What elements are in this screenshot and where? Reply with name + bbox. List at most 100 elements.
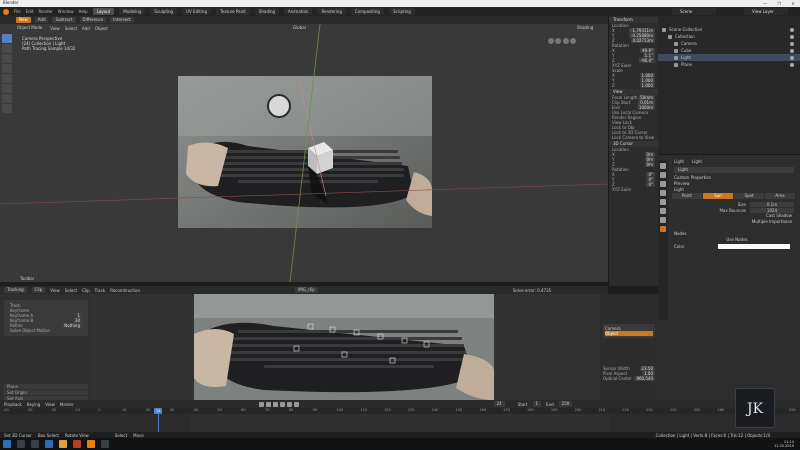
clock[interactable]: 11:14 11.05.2019 xyxy=(774,440,794,448)
breadcrumb-data[interactable]: Light xyxy=(692,159,702,164)
light-type-area[interactable]: Area xyxy=(765,193,795,199)
task-view-icon[interactable] xyxy=(31,440,39,448)
tab-animation[interactable]: Animation xyxy=(284,8,313,15)
property-field[interactable]: 1.000 xyxy=(639,83,655,88)
tab-scripting[interactable]: Scripting xyxy=(388,8,415,15)
play-reverse-icon[interactable] xyxy=(272,401,278,407)
property-field[interactable]: 0.02713m xyxy=(630,38,655,43)
tab-layout[interactable]: Layout xyxy=(92,8,115,15)
color-swatch[interactable] xyxy=(718,243,791,249)
view-layer-selector[interactable]: View Layer xyxy=(744,8,788,15)
keying-menu[interactable]: Keying xyxy=(27,402,40,407)
tab-shading[interactable]: Shading xyxy=(254,8,280,15)
output-tab-icon[interactable] xyxy=(660,172,666,178)
light-type-point[interactable]: Point xyxy=(672,193,702,199)
tab-rendering[interactable]: Rendering xyxy=(317,8,346,15)
toolbar-panel-header[interactable]: Toolbar xyxy=(20,276,34,281)
light-type-sun[interactable]: Sun xyxy=(703,193,733,199)
view-layer-tab-icon[interactable] xyxy=(660,181,666,187)
end-frame-field[interactable]: 250 xyxy=(558,401,573,407)
tab-compositing[interactable]: Compositing xyxy=(350,8,384,15)
menu-track[interactable]: Track xyxy=(95,288,105,293)
close-button[interactable]: ✕ xyxy=(786,0,800,7)
menu-reconstruction[interactable]: Reconstruction xyxy=(110,288,140,293)
jump-end-icon[interactable] xyxy=(293,401,299,407)
menu-edit[interactable]: Edit xyxy=(26,9,34,14)
orientation-button[interactable]: Set Origin xyxy=(4,390,88,395)
search-icon[interactable] xyxy=(17,440,25,448)
tab-uv-editing[interactable]: UV Editing xyxy=(182,8,211,15)
edge-icon[interactable] xyxy=(45,440,53,448)
new-button[interactable]: New xyxy=(16,17,31,23)
clip-selector[interactable]: IMG_clip xyxy=(295,287,318,293)
add-button[interactable]: Add xyxy=(34,17,49,23)
visibility-eye-icon[interactable] xyxy=(790,48,794,53)
menu-help[interactable]: Help xyxy=(78,9,87,14)
solve-field[interactable]: Nothing xyxy=(62,323,82,328)
tab-sculpting[interactable]: Sculpting xyxy=(150,8,178,15)
tab-modeling[interactable]: Modeling xyxy=(119,8,146,15)
explorer-icon[interactable] xyxy=(59,440,67,448)
visibility-eye-icon[interactable] xyxy=(790,34,794,39)
app-icon[interactable] xyxy=(73,440,81,448)
outliner-item[interactable]: Camera xyxy=(658,40,800,47)
menu-select[interactable]: Select xyxy=(65,288,77,293)
menu-file[interactable]: File xyxy=(14,9,21,14)
light-datablock[interactable]: Light xyxy=(674,167,794,173)
breadcrumb-object[interactable]: Light xyxy=(674,159,684,164)
scene-tab-icon[interactable] xyxy=(660,190,666,196)
menu-window[interactable]: Window xyxy=(58,9,74,14)
render-tab-icon[interactable] xyxy=(660,163,666,169)
marker-menu[interactable]: Marker xyxy=(60,402,74,407)
property-field[interactable]: -96.4° xyxy=(638,58,655,63)
visibility-eye-icon[interactable] xyxy=(790,27,794,32)
view-menu[interactable]: View xyxy=(45,402,55,407)
blender-taskbar-icon[interactable] xyxy=(87,440,95,448)
3d-viewport[interactable]: Object Mode View Select Add Object Globa… xyxy=(0,24,608,282)
outliner-item[interactable]: Plane xyxy=(658,61,800,68)
subtract-button[interactable]: Subtract xyxy=(52,17,76,23)
prev-key-icon[interactable] xyxy=(265,401,271,407)
property-field[interactable]: 1024 xyxy=(750,207,794,213)
mode-tracking[interactable]: Tracking xyxy=(4,287,27,293)
outliner-item[interactable]: Scene Collection xyxy=(658,26,800,33)
visibility-eye-icon[interactable] xyxy=(790,41,794,46)
outliner-item[interactable]: Light xyxy=(658,54,800,61)
visibility-eye-icon[interactable] xyxy=(790,55,794,60)
multiple-importance-checkbox[interactable]: Multiple Importance xyxy=(658,219,800,225)
light-data-tab-icon[interactable] xyxy=(660,226,666,232)
current-frame-field[interactable]: 24 xyxy=(493,401,505,407)
outliner-item[interactable]: Collection xyxy=(658,33,800,40)
jump-start-icon[interactable] xyxy=(258,401,264,407)
blender-logo-icon[interactable] xyxy=(3,8,9,15)
maximize-button[interactable]: ❐ xyxy=(772,0,786,7)
start-icon[interactable] xyxy=(3,440,11,448)
menu-render[interactable]: Render xyxy=(38,9,52,14)
tab-texture-paint[interactable]: Texture Paint xyxy=(215,8,250,15)
intersect-button[interactable]: Intersect xyxy=(110,17,134,23)
object-item[interactable]: Object xyxy=(605,331,653,336)
scene-selector[interactable]: Scene xyxy=(672,8,716,15)
playback-menu[interactable]: Playback xyxy=(4,402,22,407)
menu-clip[interactable]: Clip xyxy=(82,288,90,293)
play-icon[interactable] xyxy=(279,401,285,407)
object-tab-icon[interactable] xyxy=(660,208,666,214)
property-field[interactable]: 0m xyxy=(644,162,655,167)
start-frame-field[interactable]: 1 xyxy=(532,401,542,407)
app-icon[interactable] xyxy=(101,440,109,448)
next-key-icon[interactable] xyxy=(286,401,292,407)
orientation-button[interactable]: Plane xyxy=(4,384,88,389)
property-field[interactable]: 0° xyxy=(646,182,655,187)
timeline[interactable]: -40 -30 -20 -10 0 10 20 30 40 50 60 70 80 90 100 110 120… xyxy=(0,408,800,432)
constraints-tab-icon[interactable] xyxy=(660,217,666,223)
property-field[interactable]: 0.1m xyxy=(750,201,794,207)
minimize-button[interactable]: — xyxy=(758,0,772,7)
clip-view-dropdown[interactable]: Clip xyxy=(31,287,46,293)
world-tab-icon[interactable] xyxy=(660,199,666,205)
difference-button[interactable]: Difference xyxy=(79,17,107,23)
outliner-item[interactable]: Cube xyxy=(658,47,800,54)
clip-canvas[interactable] xyxy=(92,294,600,400)
camera-data-field[interactable]: 960,540 xyxy=(634,376,655,381)
light-type-spot[interactable]: Spot xyxy=(734,193,764,199)
menu-view[interactable]: View xyxy=(50,288,60,293)
